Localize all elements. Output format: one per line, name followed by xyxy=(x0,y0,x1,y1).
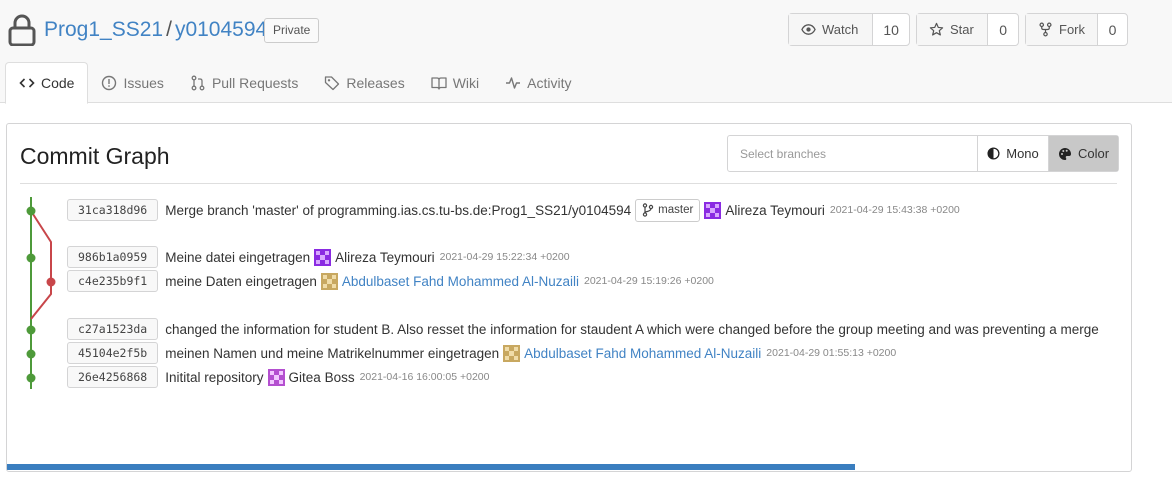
tab-releases[interactable]: Releases xyxy=(311,62,417,103)
loading-progress-bar xyxy=(7,464,855,470)
commit-sha[interactable]: c4e235b9f1 xyxy=(67,270,159,292)
graph-side-branch-line xyxy=(30,210,52,320)
issue-icon xyxy=(102,75,117,90)
tab-pull-requests[interactable]: Pull Requests xyxy=(177,62,311,103)
color-label: Color xyxy=(1077,146,1110,161)
contrast-icon xyxy=(987,147,1000,160)
mono-label: Mono xyxy=(1006,146,1039,161)
lock-icon xyxy=(8,14,36,46)
tag-icon xyxy=(325,75,340,90)
tab-wiki[interactable]: Wiki xyxy=(418,62,492,103)
graph-controls: Select branches Mono Color xyxy=(727,135,1119,172)
pull-request-icon xyxy=(191,75,205,90)
commit-sha[interactable]: c27a1523da xyxy=(67,318,159,340)
tab-activity[interactable]: Activity xyxy=(492,62,584,103)
graph-node[interactable] xyxy=(46,277,56,287)
mono-button[interactable]: Mono xyxy=(978,136,1049,171)
commit-message[interactable]: Initital repository xyxy=(165,370,263,385)
watch-button-group: Watch 10 xyxy=(788,13,910,46)
repo-owner-link[interactable]: Prog1_SS21 xyxy=(44,18,163,41)
graph-node[interactable] xyxy=(26,206,36,216)
avatar xyxy=(320,272,338,290)
tab-issues-label: Issues xyxy=(123,74,164,91)
repo-title: Prog1_SS21/y0104594 xyxy=(44,18,267,42)
fork-count[interactable]: 0 xyxy=(1098,14,1127,45)
tab-releases-label: Releases xyxy=(346,74,405,91)
commit-time: 2021-04-29 15:43:38 +0200 xyxy=(829,204,960,216)
commit-row: 45104e2f5b meinen Namen und meine Matrik… xyxy=(67,342,896,364)
fork-label: Fork xyxy=(1059,22,1085,37)
title-divider xyxy=(20,183,1117,184)
fork-icon xyxy=(1039,22,1052,37)
color-button[interactable]: Color xyxy=(1049,136,1118,171)
commit-sha[interactable]: 986b1a0959 xyxy=(67,246,159,268)
book-icon xyxy=(431,76,447,90)
commit-message[interactable]: meinen Namen und meine Matrikelnummer ei… xyxy=(165,346,499,361)
star-count[interactable]: 0 xyxy=(988,14,1018,45)
tab-code[interactable]: Code xyxy=(5,62,89,104)
tab-wiki-label: Wiki xyxy=(452,74,480,91)
graph-node[interactable] xyxy=(26,373,36,383)
repo-title-separator: / xyxy=(166,18,172,41)
commit-sha[interactable]: 45104e2f5b xyxy=(67,342,159,364)
tab-code-label: Code xyxy=(41,75,75,91)
select-branches-dropdown[interactable]: Select branches xyxy=(728,136,978,171)
commit-time: 2021-04-29 15:22:34 +0200 xyxy=(439,251,570,263)
commit-message[interactable]: changed the information for student B. A… xyxy=(165,322,1099,337)
commit-author-link[interactable]: Abdulbaset Fahd Mohammed Al-Nuzaili xyxy=(342,274,579,289)
commit-message[interactable]: meine Daten eingetragen xyxy=(165,274,317,289)
branch-icon xyxy=(642,203,654,217)
palette-icon xyxy=(1058,147,1071,160)
commit-row: c4e235b9f1 meine Daten eingetragen Abdul… xyxy=(67,270,714,292)
page-title: Commit Graph xyxy=(20,143,170,169)
watch-button[interactable]: Watch xyxy=(789,14,874,45)
fork-button[interactable]: Fork xyxy=(1026,14,1098,45)
tab-activity-label: Activity xyxy=(527,74,572,91)
star-icon xyxy=(929,22,944,36)
star-button-group: Star 0 xyxy=(916,13,1019,46)
commit-time: 2021-04-16 16:00:05 +0200 xyxy=(359,371,490,383)
branch-ref-badge[interactable]: master xyxy=(635,198,701,222)
commit-row: 26e4256868 Initital repository Gitea Bos… xyxy=(67,366,490,388)
tab-pull-requests-label: Pull Requests xyxy=(211,74,299,91)
eye-icon xyxy=(801,24,816,35)
commit-row: 31ca318d96 Merge branch 'master' of prog… xyxy=(67,198,960,222)
repo-header: Prog1_SS21/y0104594 Private Watch 10 Sta… xyxy=(0,0,1172,104)
commit-author[interactable]: Alireza Teymouri xyxy=(335,250,435,265)
repo-name-link[interactable]: y0104594 xyxy=(175,18,267,41)
commit-time: 2021-04-29 15:19:26 +0200 xyxy=(583,275,714,287)
repo-tabs: Code Issues Pull Requests Releases Wiki … xyxy=(0,62,584,104)
pulse-icon xyxy=(506,76,521,89)
commit-row: 986b1a0959 Meine datei eingetragen Alire… xyxy=(67,246,570,268)
commit-author-link[interactable]: Abdulbaset Fahd Mohammed Al-Nuzaili xyxy=(524,346,761,361)
commit-author[interactable]: Alireza Teymouri xyxy=(725,203,825,218)
graph-node[interactable] xyxy=(26,253,36,263)
graph-node[interactable] xyxy=(26,349,36,359)
avatar xyxy=(267,368,285,386)
code-icon xyxy=(19,78,35,88)
avatar xyxy=(704,201,722,219)
commit-graph xyxy=(26,197,56,389)
watch-count[interactable]: 10 xyxy=(873,14,909,45)
commit-sha[interactable]: 26e4256868 xyxy=(67,366,159,388)
commit-graph-card: Commit Graph Select branches Mono Color … xyxy=(6,123,1132,472)
star-button[interactable]: Star xyxy=(917,14,989,45)
commit-row: c27a1523da changed the information for s… xyxy=(67,318,1103,340)
commit-message[interactable]: Meine datei eingetragen xyxy=(165,250,310,265)
tab-issues[interactable]: Issues xyxy=(88,62,176,103)
branch-ref-label: master xyxy=(658,204,694,216)
commit-time: 2021-04-29 01:55:13 +0200 xyxy=(766,347,897,359)
commit-message[interactable]: Merge branch 'master' of programming.ias… xyxy=(165,203,631,218)
graph-node[interactable] xyxy=(26,325,36,335)
commit-author[interactable]: Gitea Boss xyxy=(289,370,355,385)
watch-label: Watch xyxy=(822,22,859,37)
star-label: Star xyxy=(950,22,974,37)
avatar xyxy=(503,344,521,362)
commit-sha[interactable]: 31ca318d96 xyxy=(67,199,159,221)
private-badge: Private xyxy=(264,18,320,43)
avatar xyxy=(314,248,332,266)
fork-button-group: Fork 0 xyxy=(1025,13,1128,46)
